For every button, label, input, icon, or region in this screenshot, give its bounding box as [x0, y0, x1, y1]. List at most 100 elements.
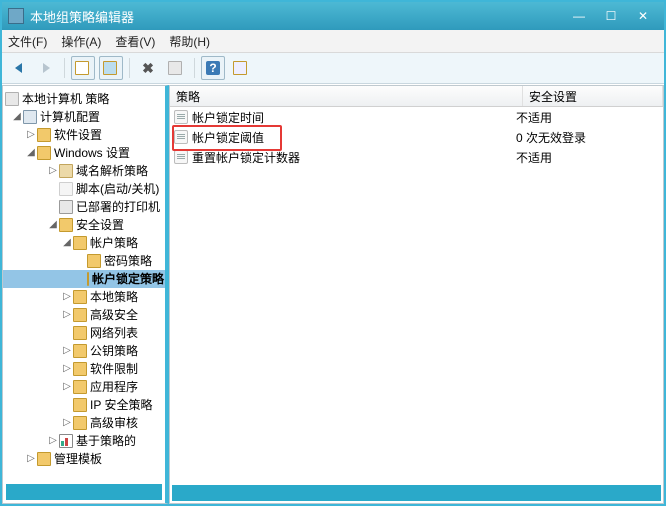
list-row[interactable]: 帐户锁定阈值 0 次无效登录 [170, 127, 663, 147]
tree-windows-settings[interactable]: ◢Windows 设置 [3, 144, 165, 162]
expand-icon[interactable]: ▷ [25, 450, 37, 468]
properties-button[interactable] [164, 56, 188, 80]
row-value: 0 次无效登录 [510, 129, 663, 146]
collapse-icon[interactable]: ◢ [25, 144, 37, 162]
maximize-button[interactable]: ☐ [596, 6, 626, 26]
menu-file[interactable]: 文件(F) [8, 33, 47, 50]
folder-icon [37, 452, 51, 466]
expand-icon[interactable]: ▷ [25, 126, 37, 144]
toolbar-separator [129, 58, 130, 78]
row-value: 不适用 [510, 109, 663, 126]
row-name: 重置帐户锁定计数器 [192, 149, 300, 166]
list-header: 策略 安全设置 [170, 86, 663, 107]
policy-item-icon [174, 130, 188, 144]
computer-icon [23, 110, 37, 124]
columns-icon [233, 61, 247, 75]
collapse-icon[interactable]: ◢ [11, 108, 23, 126]
tree-netlist[interactable]: 网络列表 [3, 324, 165, 342]
expand-icon[interactable]: ▷ [47, 162, 59, 180]
chart-icon [59, 434, 73, 448]
collapse-icon[interactable]: ◢ [47, 216, 59, 234]
tree-security[interactable]: ◢安全设置 [3, 216, 165, 234]
menu-view[interactable]: 查看(V) [115, 33, 155, 50]
folder-icon [37, 128, 51, 142]
policy-icon [5, 92, 19, 106]
menu-bar: 文件(F) 操作(A) 查看(V) 帮助(H) [2, 30, 664, 53]
menu-action[interactable]: 操作(A) [61, 33, 101, 50]
tree-local-policy[interactable]: ▷本地策略 [3, 288, 165, 306]
tree-advaudit[interactable]: ▷高级审核 [3, 414, 165, 432]
book-icon [59, 164, 73, 178]
tree-hscrollbar[interactable] [6, 484, 162, 500]
tree-software[interactable]: ▷软件设置 [3, 126, 165, 144]
expand-icon[interactable]: ▷ [61, 414, 73, 432]
ipsec-icon [73, 398, 87, 412]
folder-up-icon [75, 61, 89, 75]
shield-icon [73, 236, 87, 250]
folder-icon [37, 146, 51, 160]
toolbar-separator [64, 58, 65, 78]
expand-icon[interactable]: ▷ [61, 378, 73, 396]
forward-button [34, 56, 58, 80]
minimize-button[interactable]: — [564, 6, 594, 26]
folder-icon [73, 326, 87, 340]
expand-icon[interactable]: ▷ [47, 432, 59, 450]
expand-icon[interactable]: ▷ [61, 342, 73, 360]
tree-root[interactable]: 本地计算机 策略 [3, 90, 165, 108]
shield-icon [87, 272, 89, 286]
list-hscrollbar[interactable] [172, 485, 661, 501]
title-bar[interactable]: 本地组策略编辑器 — ☐ ✕ [2, 2, 664, 30]
menu-help[interactable]: 帮助(H) [169, 33, 210, 50]
policy-list[interactable]: 帐户锁定时间 不适用 帐户锁定阈值 0 次无效登录 重置帐户锁定计数器 不适用 [170, 107, 663, 483]
folder-icon [73, 380, 87, 394]
showhide-button[interactable] [99, 56, 123, 80]
tree-advfw[interactable]: ▷高级安全 [3, 306, 165, 324]
col-security[interactable]: 安全设置 [523, 86, 663, 106]
toolbar-separator [194, 58, 195, 78]
columns-button[interactable] [229, 56, 253, 80]
shield-icon [73, 308, 87, 322]
policy-item-icon [174, 110, 188, 124]
col-policy[interactable]: 策略 [170, 86, 523, 106]
close-button[interactable]: ✕ [628, 6, 658, 26]
help-icon: ? [206, 61, 220, 75]
shield-icon [73, 416, 87, 430]
folder-icon [73, 362, 87, 376]
expand-icon[interactable]: ▷ [61, 360, 73, 378]
x-icon: ✖ [142, 60, 154, 77]
expand-icon[interactable]: ▷ [61, 288, 73, 306]
printer-icon [59, 200, 73, 214]
showhide-icon [103, 61, 117, 75]
shield-icon [59, 218, 73, 232]
tree-lockout-policy[interactable]: 帐户锁定策略 [3, 270, 165, 288]
tree-ipsec[interactable]: IP 安全策略 [3, 396, 165, 414]
help-button[interactable]: ? [201, 56, 225, 80]
window-title: 本地组策略编辑器 [24, 7, 564, 26]
collapse-icon[interactable]: ◢ [61, 234, 73, 252]
tree-computer-cfg[interactable]: ◢计算机配置 [3, 108, 165, 126]
delete-button[interactable]: ✖ [136, 56, 160, 80]
tree-dns[interactable]: ▷域名解析策略 [3, 162, 165, 180]
app-icon [8, 8, 24, 24]
expand-icon[interactable]: ▷ [61, 306, 73, 324]
back-button[interactable] [6, 56, 30, 80]
tree-swrest[interactable]: ▷软件限制 [3, 360, 165, 378]
tree-admin-templates[interactable]: ▷管理模板 [3, 450, 165, 468]
row-name: 帐户锁定时间 [192, 109, 264, 126]
properties-icon [168, 61, 182, 75]
tree-pane[interactable]: 本地计算机 策略 ◢计算机配置 ▷软件设置 ◢Windows 设置 ▷域名解析策… [2, 85, 169, 504]
back-arrow-icon [15, 63, 22, 73]
gpedit-window: 本地组策略编辑器 — ☐ ✕ 文件(F) 操作(A) 查看(V) 帮助(H) ✖… [0, 0, 666, 506]
list-row[interactable]: 重置帐户锁定计数器 不适用 [170, 147, 663, 167]
tree-policybased[interactable]: ▷基于策略的 [3, 432, 165, 450]
list-row[interactable]: 帐户锁定时间 不适用 [170, 107, 663, 127]
tree-pubkey[interactable]: ▷公钥策略 [3, 342, 165, 360]
tree-appctrl[interactable]: ▷应用程序 [3, 378, 165, 396]
folder-icon [73, 344, 87, 358]
up-button[interactable] [71, 56, 95, 80]
tree-scripts[interactable]: 脚本(启动/关机) [3, 180, 165, 198]
tree-account-policy[interactable]: ◢帐户策略 [3, 234, 165, 252]
row-name: 帐户锁定阈值 [192, 129, 264, 146]
tree-password-policy[interactable]: 密码策略 [3, 252, 165, 270]
tree-deploy[interactable]: 已部署的打印机 [3, 198, 165, 216]
